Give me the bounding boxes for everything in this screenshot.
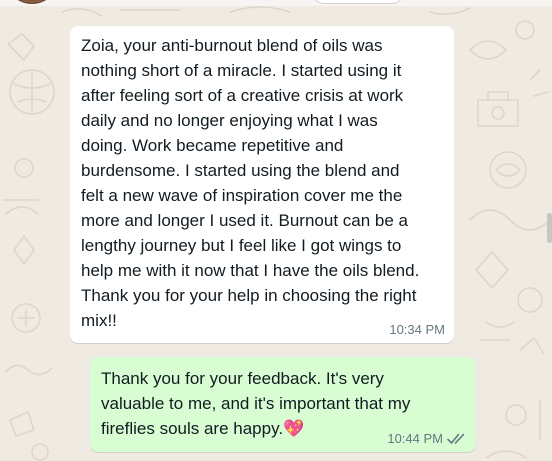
message-meta: 10:44 PM [387,431,467,447]
scrollbar-thumb[interactable] [547,213,552,243]
double-check-icon [447,433,465,444]
incoming-message-bubble[interactable]: Zoia, your anti-burnout blend of oils wa… [70,26,454,343]
message-time: 10:44 PM [387,431,443,446]
message-text: Zoia, your anti-burnout blend of oils wa… [81,36,420,330]
header-action-button[interactable] [312,0,404,4]
chat-header-edge [0,0,552,6]
message-time: 10:34 PM [389,322,445,337]
message-meta: 10:34 PM [389,322,445,338]
sparkling-heart-icon: 💖 [283,419,305,438]
message-text-content: Thank you for your feedback. It's very v… [101,369,411,438]
message-text: Thank you for your feedback. It's very v… [101,366,466,441]
outgoing-message-bubble[interactable]: Thank you for your feedback. It's very v… [90,357,476,452]
